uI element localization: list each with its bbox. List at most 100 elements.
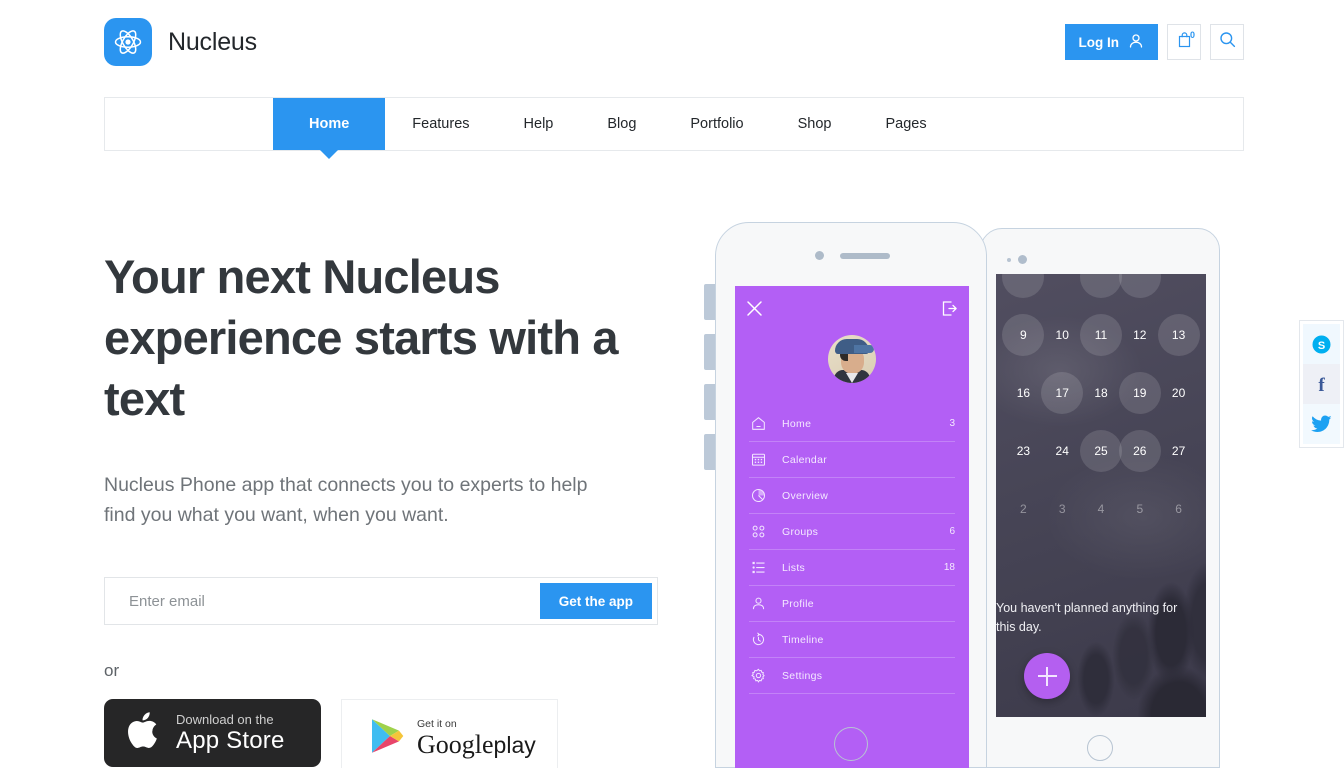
logout-icon[interactable] <box>941 300 958 322</box>
app-menu-item-profile[interactable]: Profile <box>749 586 955 622</box>
avatar[interactable] <box>828 335 876 383</box>
app-menu-item-label: Profile <box>782 597 814 610</box>
calendar-day-cell[interactable]: 13 <box>1157 310 1200 360</box>
calendar-day-cell[interactable]: 16 <box>1004 368 1043 418</box>
app-store-small-label: Download on the <box>176 712 274 727</box>
google-play-word2: play <box>493 731 536 758</box>
calendar-day-cell[interactable]: 18 <box>1082 368 1121 418</box>
avatar-cap-brim <box>854 345 874 353</box>
calendar-day-cell[interactable] <box>1002 274 1045 302</box>
app-menu-item-label: Groups <box>782 525 819 538</box>
calendar-day-cell[interactable]: 9 <box>1002 310 1045 360</box>
svg-text:f: f <box>1318 375 1325 395</box>
close-icon[interactable] <box>746 300 763 322</box>
skype-icon[interactable]: S <box>1303 324 1340 364</box>
nav-item-features[interactable]: Features <box>385 98 496 150</box>
app-menu-item-count: 6 <box>949 526 955 537</box>
atom-icon <box>104 18 152 66</box>
calendar-day-cell[interactable]: 2 <box>1004 484 1043 534</box>
search-button[interactable] <box>1210 24 1244 60</box>
calendar-day-label: 9 <box>1020 328 1027 342</box>
calendar-day-label: 2 <box>1020 502 1027 516</box>
app-menu-list: Home 3 Calendar Overview Groups 6 Lists 18 Profi… <box>749 406 955 694</box>
calendar-day-label: 6 <box>1175 502 1182 516</box>
cart-count-badge: 0 <box>1189 30 1195 40</box>
calendar-day-cell[interactable]: 26 <box>1118 426 1161 476</box>
add-event-fab[interactable] <box>1024 653 1070 699</box>
nav-item-portfolio[interactable]: Portfolio <box>663 98 770 150</box>
gear-icon <box>749 668 767 683</box>
calendar-day-label: 13 <box>1171 328 1186 342</box>
calendar-day-label: 16 <box>1016 386 1031 400</box>
app-menu-item-settings[interactable]: Settings <box>749 658 955 694</box>
calendar-day-cell[interactable]: 12 <box>1120 310 1159 360</box>
app-store-badge[interactable]: Download on the App Store <box>104 699 321 767</box>
calendar-day-cell[interactable]: 20 <box>1159 368 1198 418</box>
calendar-day-label: 4 <box>1097 502 1105 516</box>
calendar-day-cell[interactable]: 17 <box>1041 368 1083 418</box>
calendar-day-cell[interactable] <box>1118 274 1161 302</box>
calendar-day-cell[interactable] <box>1043 274 1082 302</box>
brand-logo[interactable]: Nucleus <box>104 18 257 66</box>
store-badges: Download on the App Store Get it on Goog… <box>104 699 684 768</box>
calendar-day-cell[interactable]: 5 <box>1120 484 1159 534</box>
get-the-app-button[interactable]: Get the app <box>539 583 652 619</box>
nav-label: Shop <box>797 116 832 132</box>
app-menu-item-timeline[interactable]: Timeline <box>749 622 955 658</box>
calendar-day-label: 17 <box>1055 386 1069 400</box>
app-menu-item-home[interactable]: Home 3 <box>749 406 955 442</box>
calendar-day-cell[interactable]: 11 <box>1079 310 1122 360</box>
calendar-day-cell[interactable] <box>1159 274 1198 302</box>
calendar-day-cell[interactable]: 4 <box>1082 484 1121 534</box>
social-sidebar: S f <box>1299 320 1344 448</box>
or-separator-label: or <box>104 661 120 680</box>
app-menu-item-lists[interactable]: Lists 18 <box>749 550 955 586</box>
app-menu-item-label: Settings <box>782 669 823 682</box>
calendar-day-cell[interactable]: 25 <box>1079 426 1122 476</box>
phone-screen: Home 3 Calendar Overview Groups 6 Lists 18 Profi… <box>735 286 969 768</box>
cart-button[interactable]: 0 <box>1167 24 1201 60</box>
landing-page: Nucleus Log In 0 Home Features Help Blog… <box>0 0 1344 768</box>
phone-home-button[interactable] <box>834 727 868 761</box>
nav-item-pages[interactable]: Pages <box>858 98 953 150</box>
calendar-day-cell[interactable]: 27 <box>1159 426 1198 476</box>
app-menu-item-calendar[interactable]: Calendar <box>749 442 955 478</box>
calendar-day-cell[interactable]: 24 <box>1043 426 1082 476</box>
calendar-day-cell[interactable]: 6 <box>1159 484 1198 534</box>
pie-chart-icon <box>749 488 767 503</box>
calendar-day-cell[interactable]: 3 <box>1043 484 1082 534</box>
calendar-day-label: 27 <box>1171 444 1186 458</box>
calendar-day-label: 3 <box>1058 502 1066 516</box>
nav-item-blog[interactable]: Blog <box>580 98 663 150</box>
app-menu-item-label: Timeline <box>782 633 824 646</box>
facebook-icon[interactable]: f <box>1303 364 1340 404</box>
camera-icon <box>1018 255 1027 264</box>
camera-icon <box>814 251 824 260</box>
calendar-day-label: 5 <box>1136 502 1144 516</box>
app-menu-item-count: 3 <box>949 418 955 429</box>
login-label: Log In <box>1078 34 1120 50</box>
twitter-icon[interactable] <box>1303 404 1340 444</box>
nav-item-home[interactable]: Home <box>273 98 386 150</box>
nav-label: Portfolio <box>690 116 744 132</box>
calendar-day-cell[interactable]: 10 <box>1043 310 1082 360</box>
email-input[interactable] <box>105 578 540 624</box>
google-play-badge[interactable]: Get it on Googleplay <box>341 699 558 768</box>
nav-item-help[interactable]: Help <box>497 98 581 150</box>
app-menu-item-groups[interactable]: Groups 6 <box>749 514 955 550</box>
apple-icon <box>127 709 163 757</box>
app-store-large-label: App Store <box>176 727 285 754</box>
calendar-day-cell[interactable] <box>1079 274 1122 302</box>
calendar-day-cell[interactable]: 19 <box>1118 368 1161 418</box>
login-button[interactable]: Log In <box>1064 24 1158 60</box>
calendar-day-label: 12 <box>1133 328 1147 342</box>
app-menu-item-overview[interactable]: Overview <box>749 478 955 514</box>
calendar-day-cell[interactable]: 23 <box>1004 426 1043 476</box>
tablet-home-button[interactable] <box>1087 735 1113 761</box>
empty-day-note: You haven't planned anything for this da… <box>996 601 1178 634</box>
home-icon <box>749 416 767 431</box>
calendar-day-label: 19 <box>1133 386 1147 400</box>
nav-item-shop[interactable]: Shop <box>771 98 859 150</box>
tablet-screen: 9 10 11 12 13 16 17 18 19 20 23 24 25 26 27 2 3 4 5 6 You h… <box>996 274 1206 717</box>
calendar-day-label: 26 <box>1133 444 1147 458</box>
